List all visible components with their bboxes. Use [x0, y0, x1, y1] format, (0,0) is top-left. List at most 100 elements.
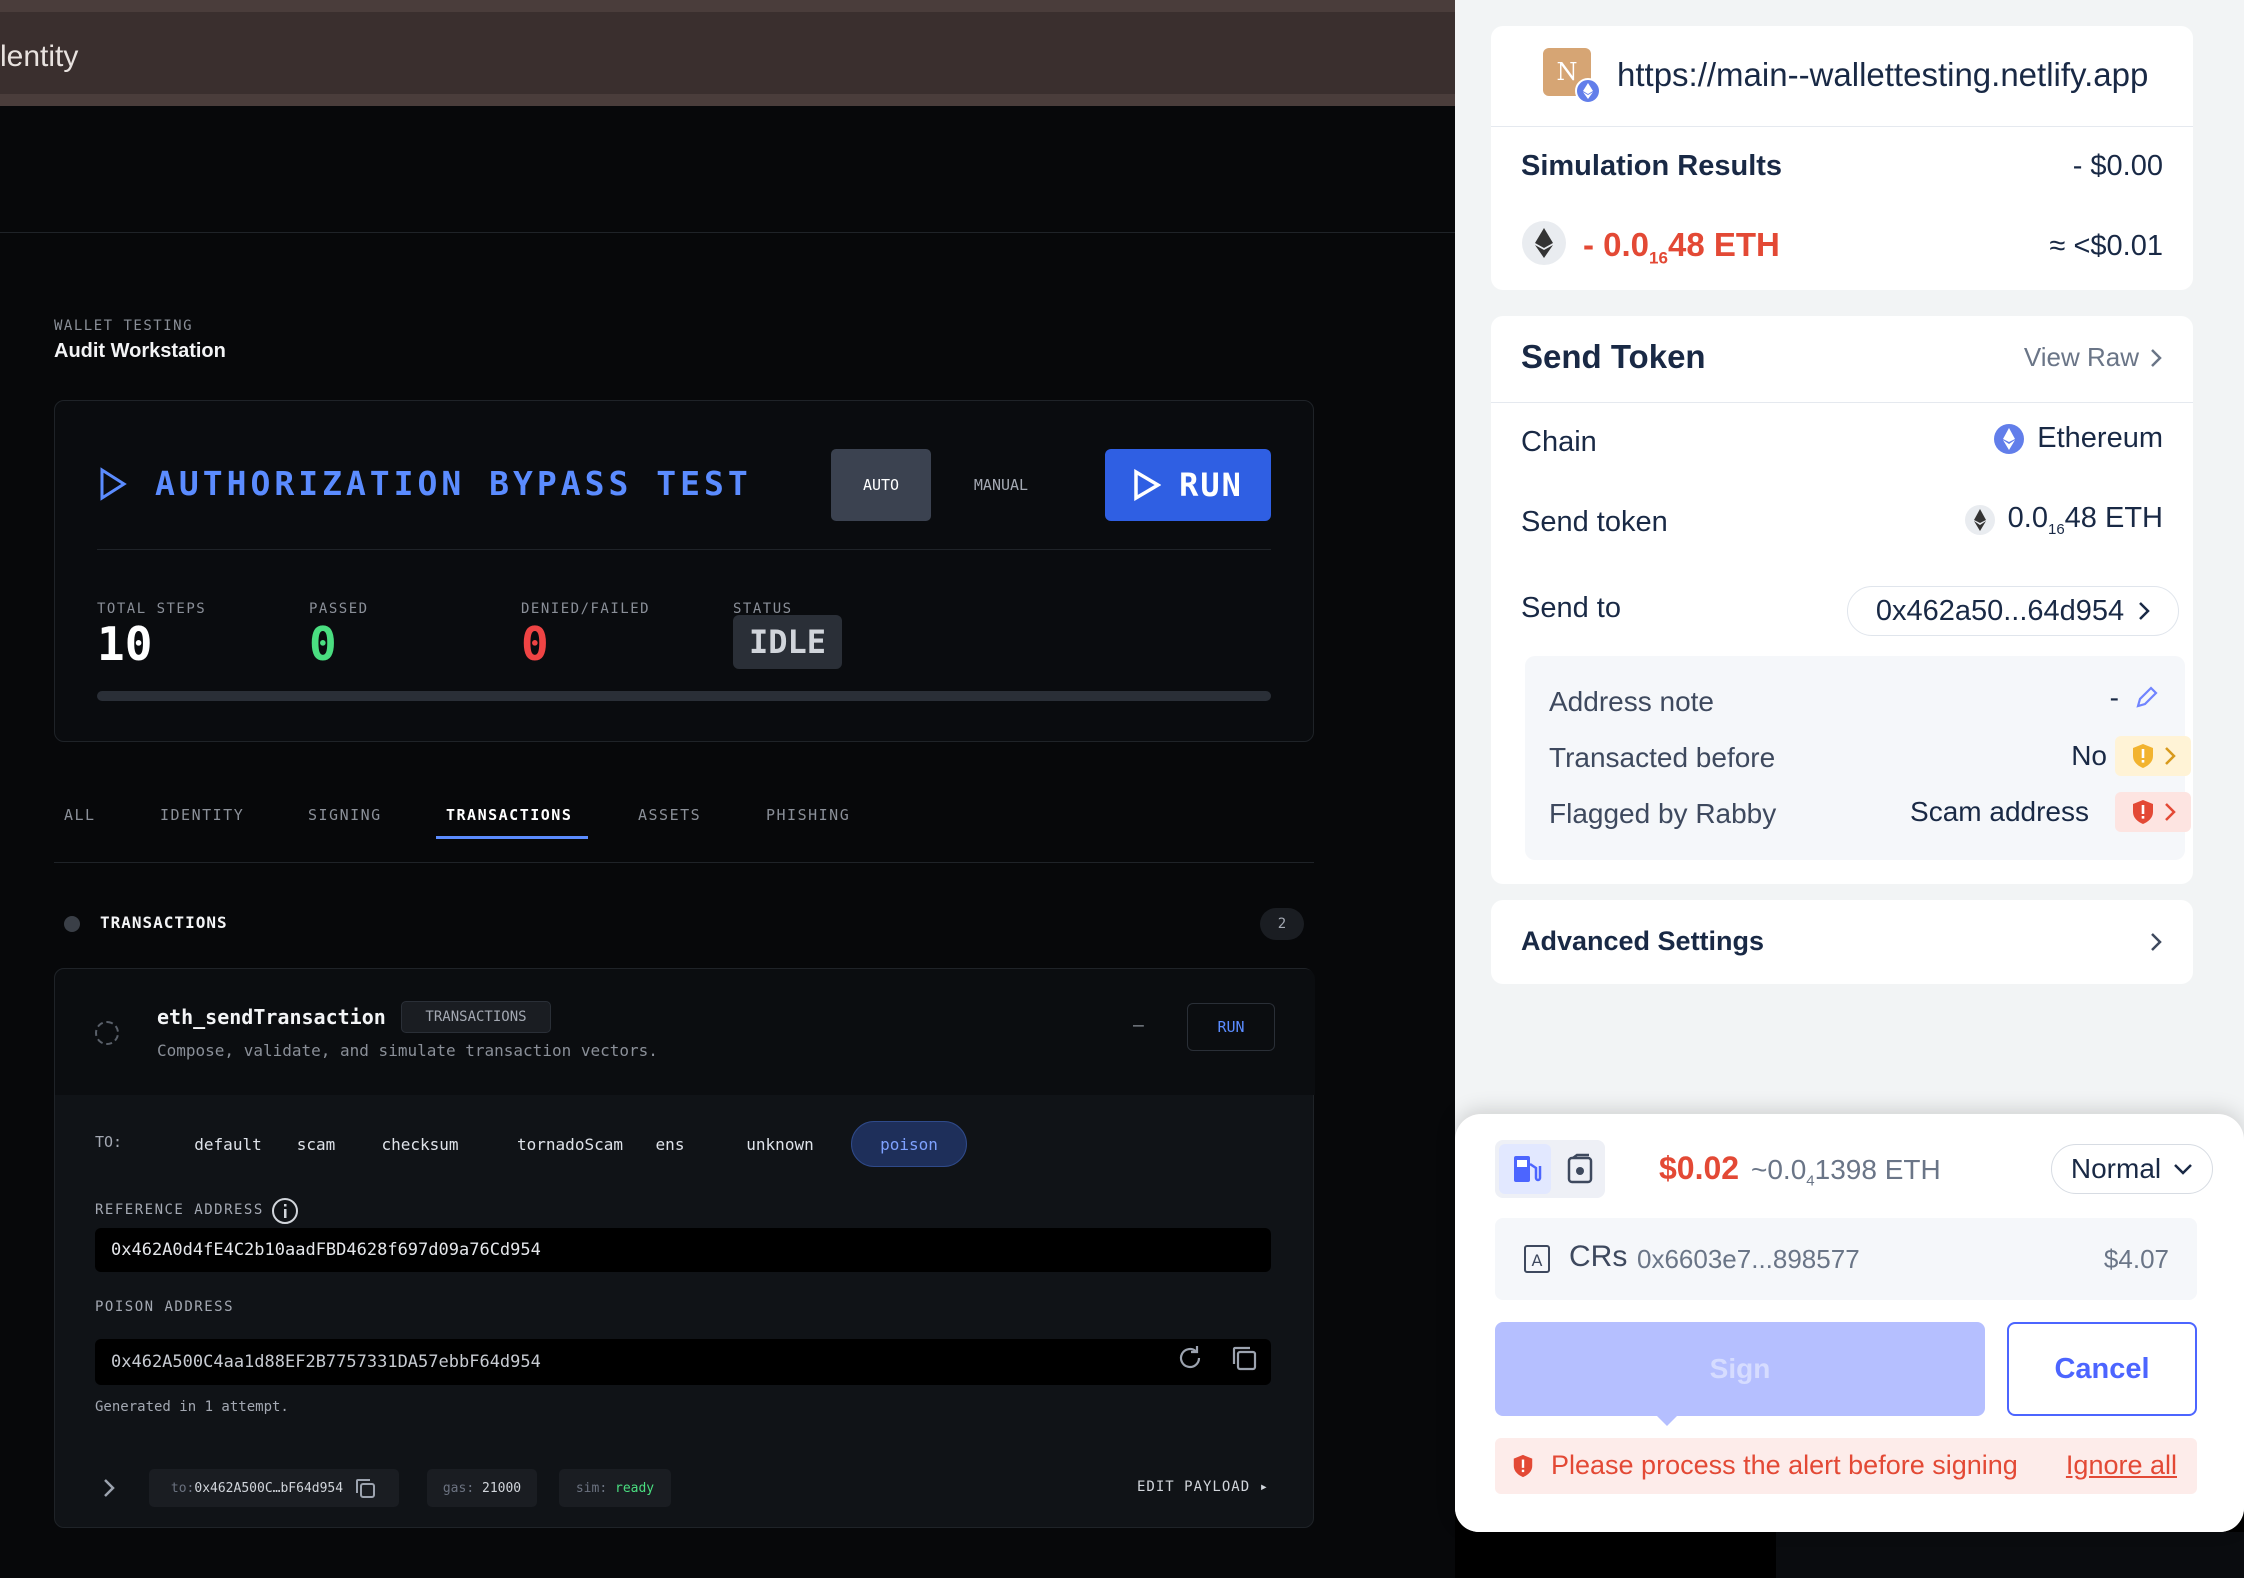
tab-phishing[interactable]: PHISHING — [766, 806, 850, 824]
poison-address-label: POISON ADDRESS — [95, 1299, 235, 1315]
method-result-dash: – — [1133, 1015, 1144, 1036]
advanced-settings-label: Advanced Settings — [1521, 926, 1765, 956]
dapp-window: lentity WALLET TESTING Audit Workstation… — [0, 0, 1455, 1578]
to-option-ens[interactable]: ens — [645, 1121, 695, 1167]
simulation-title: Simulation Results — [1521, 150, 1783, 182]
danger-badge[interactable] — [2115, 792, 2191, 832]
edit-payload-link[interactable]: EDIT PAYLOAD ▸ — [1137, 1479, 1269, 1495]
refresh-icon[interactable] — [1175, 1343, 1205, 1373]
poison-address-field[interactable]: 0x462A500C4aa1d88EF2B7757331DA57ebbF64d9… — [95, 1339, 1271, 1385]
method-name: eth_sendTransaction — [157, 1005, 386, 1029]
send-token-value: 0.01648 ETH — [1964, 502, 2163, 538]
gas-eth: ~0.041398 ETH — [1751, 1154, 1941, 1190]
reference-address-field[interactable]: 0x462A0d4fE4C2b10aadFBD4628f697d09a76Cd9… — [95, 1228, 1271, 1272]
method-run-button[interactable]: RUN — [1187, 1003, 1275, 1051]
to-option-checksum[interactable]: checksum — [365, 1121, 475, 1167]
ignore-all-link[interactable]: Ignore all — [2066, 1450, 2177, 1481]
reference-address-label: REFERENCE ADDRESS — [95, 1202, 264, 1218]
to-option-poison[interactable]: poison — [851, 1121, 967, 1167]
to-label: TO: — [95, 1133, 123, 1151]
stat-value: 0 — [309, 617, 337, 671]
transacted-before-label: Transacted before — [1549, 742, 1776, 773]
account-icon: A — [1524, 1245, 1550, 1273]
stat-label: DENIED/FAILED — [521, 601, 651, 617]
active-tab-underline — [436, 836, 588, 839]
mode-manual-button[interactable]: MANUAL — [951, 449, 1051, 521]
section-count-badge: 2 — [1260, 908, 1304, 940]
stat-label: TOTAL STEPS — [97, 601, 207, 617]
transacted-before-value: No — [2071, 740, 2107, 771]
method-description: Compose, validate, and simulate transact… — [157, 1041, 658, 1060]
send-token-label: Send token — [1521, 506, 1668, 538]
sim-tag: sim: ready — [559, 1469, 671, 1507]
to-option-unknown[interactable]: unknown — [725, 1121, 835, 1167]
chevron-right-icon[interactable] — [101, 1477, 117, 1499]
advanced-settings-row[interactable]: Advanced Settings — [1491, 900, 2193, 984]
gas-usd: $0.02 — [1659, 1150, 1740, 1186]
chevron-right-icon — [2151, 348, 2162, 367]
copy-icon[interactable] — [1229, 1343, 1259, 1373]
tab-transactions[interactable]: TRANSACTIONS — [446, 806, 572, 824]
gas-tag: gas: 21000 — [427, 1469, 537, 1507]
stat-value: 10 — [97, 617, 153, 671]
to-option-scam[interactable]: scam — [281, 1121, 351, 1167]
tab-identity[interactable]: IDENTITY — [160, 806, 244, 824]
site-url: https://main--wallettesting.netlify.app — [1617, 56, 2149, 93]
chevron-right-icon — [2165, 747, 2176, 765]
svg-text:A: A — [1532, 1251, 1543, 1270]
test-title: AUTHORIZATION BYPASS TEST — [155, 464, 752, 503]
sign-bottom-sheet: $0.02 ~0.041398 ETH Normal A CRs 0x6603e… — [1455, 1114, 2244, 1532]
to-option-tornadoscam[interactable]: tornadoScam — [495, 1121, 645, 1167]
tab-assets[interactable]: ASSETS — [638, 806, 701, 824]
section-title: TRANSACTIONS — [100, 913, 228, 932]
chevron-right-icon — [2139, 602, 2150, 620]
method-badge: TRANSACTIONS — [401, 1001, 551, 1033]
page-title: Audit Workstation — [54, 340, 226, 362]
cancel-button[interactable]: Cancel — [2007, 1322, 2197, 1416]
eth-token-icon — [1522, 221, 1566, 265]
info-icon[interactable] — [270, 1196, 300, 1226]
gas-pump-icon[interactable] — [1509, 1152, 1543, 1186]
edit-pencil-icon[interactable] — [2133, 684, 2161, 712]
method-card: eth_sendTransaction TRANSACTIONS Compose… — [54, 968, 1315, 1528]
loading-spinner-icon — [95, 1021, 119, 1045]
run-button[interactable]: RUN — [1105, 449, 1271, 521]
send-to-label: Send to — [1521, 592, 1621, 624]
alert-banner: Please process the alert before signing … — [1495, 1438, 2197, 1494]
chevron-right-icon — [2165, 803, 2176, 821]
address-note-label: Address note — [1549, 686, 1714, 717]
warning-shield-icon — [2133, 744, 2153, 768]
chain-label: Chain — [1521, 426, 1597, 458]
view-raw-link[interactable]: View Raw — [2024, 342, 2163, 373]
stat-value: 0 — [521, 617, 549, 671]
header-eyebrow: WALLET TESTING — [54, 318, 194, 334]
to-option-default[interactable]: default — [173, 1121, 283, 1167]
address-details-box: Address note - Transacted before No Flag… — [1525, 656, 2191, 860]
gas-account-icon[interactable] — [1563, 1152, 1597, 1186]
account-address: 0x6603e7...898577 — [1637, 1244, 1860, 1274]
progress-bar — [97, 691, 1271, 701]
gas-mode-toggle[interactable] — [1495, 1140, 1605, 1198]
play-icon — [100, 467, 127, 501]
account-balance: $4.07 — [2103, 1244, 2169, 1274]
play-icon — [1134, 469, 1162, 501]
chevron-down-icon — [2174, 1164, 2192, 1175]
copy-icon[interactable] — [353, 1476, 377, 1500]
account-name: CRs — [1569, 1240, 1628, 1273]
tab-all[interactable]: ALL — [64, 806, 96, 824]
generated-note: Generated in 1 attempt. — [95, 1399, 289, 1415]
chain-value: Ethereum — [1993, 422, 2163, 455]
danger-shield-icon — [2133, 800, 2153, 824]
warning-badge[interactable] — [2115, 736, 2191, 776]
send-token-title: Send Token — [1521, 338, 1706, 375]
stat-label: PASSED — [309, 601, 369, 617]
mode-auto-button[interactable]: AUTO — [831, 449, 931, 521]
gas-level-select[interactable]: Normal — [2051, 1144, 2213, 1194]
run-button-label: RUN — [1179, 466, 1243, 504]
tab-signing[interactable]: SIGNING — [308, 806, 382, 824]
sign-button[interactable]: Sign — [1495, 1322, 1985, 1416]
eth-token-icon — [1964, 504, 1995, 535]
site-and-simulation-card: N https://main--wallettesting.netlify.ap… — [1491, 26, 2193, 290]
alert-text: Please process the alert before signing — [1551, 1450, 2018, 1480]
recipient-address-pill[interactable]: 0x462a50...64d954 — [1847, 586, 2179, 636]
